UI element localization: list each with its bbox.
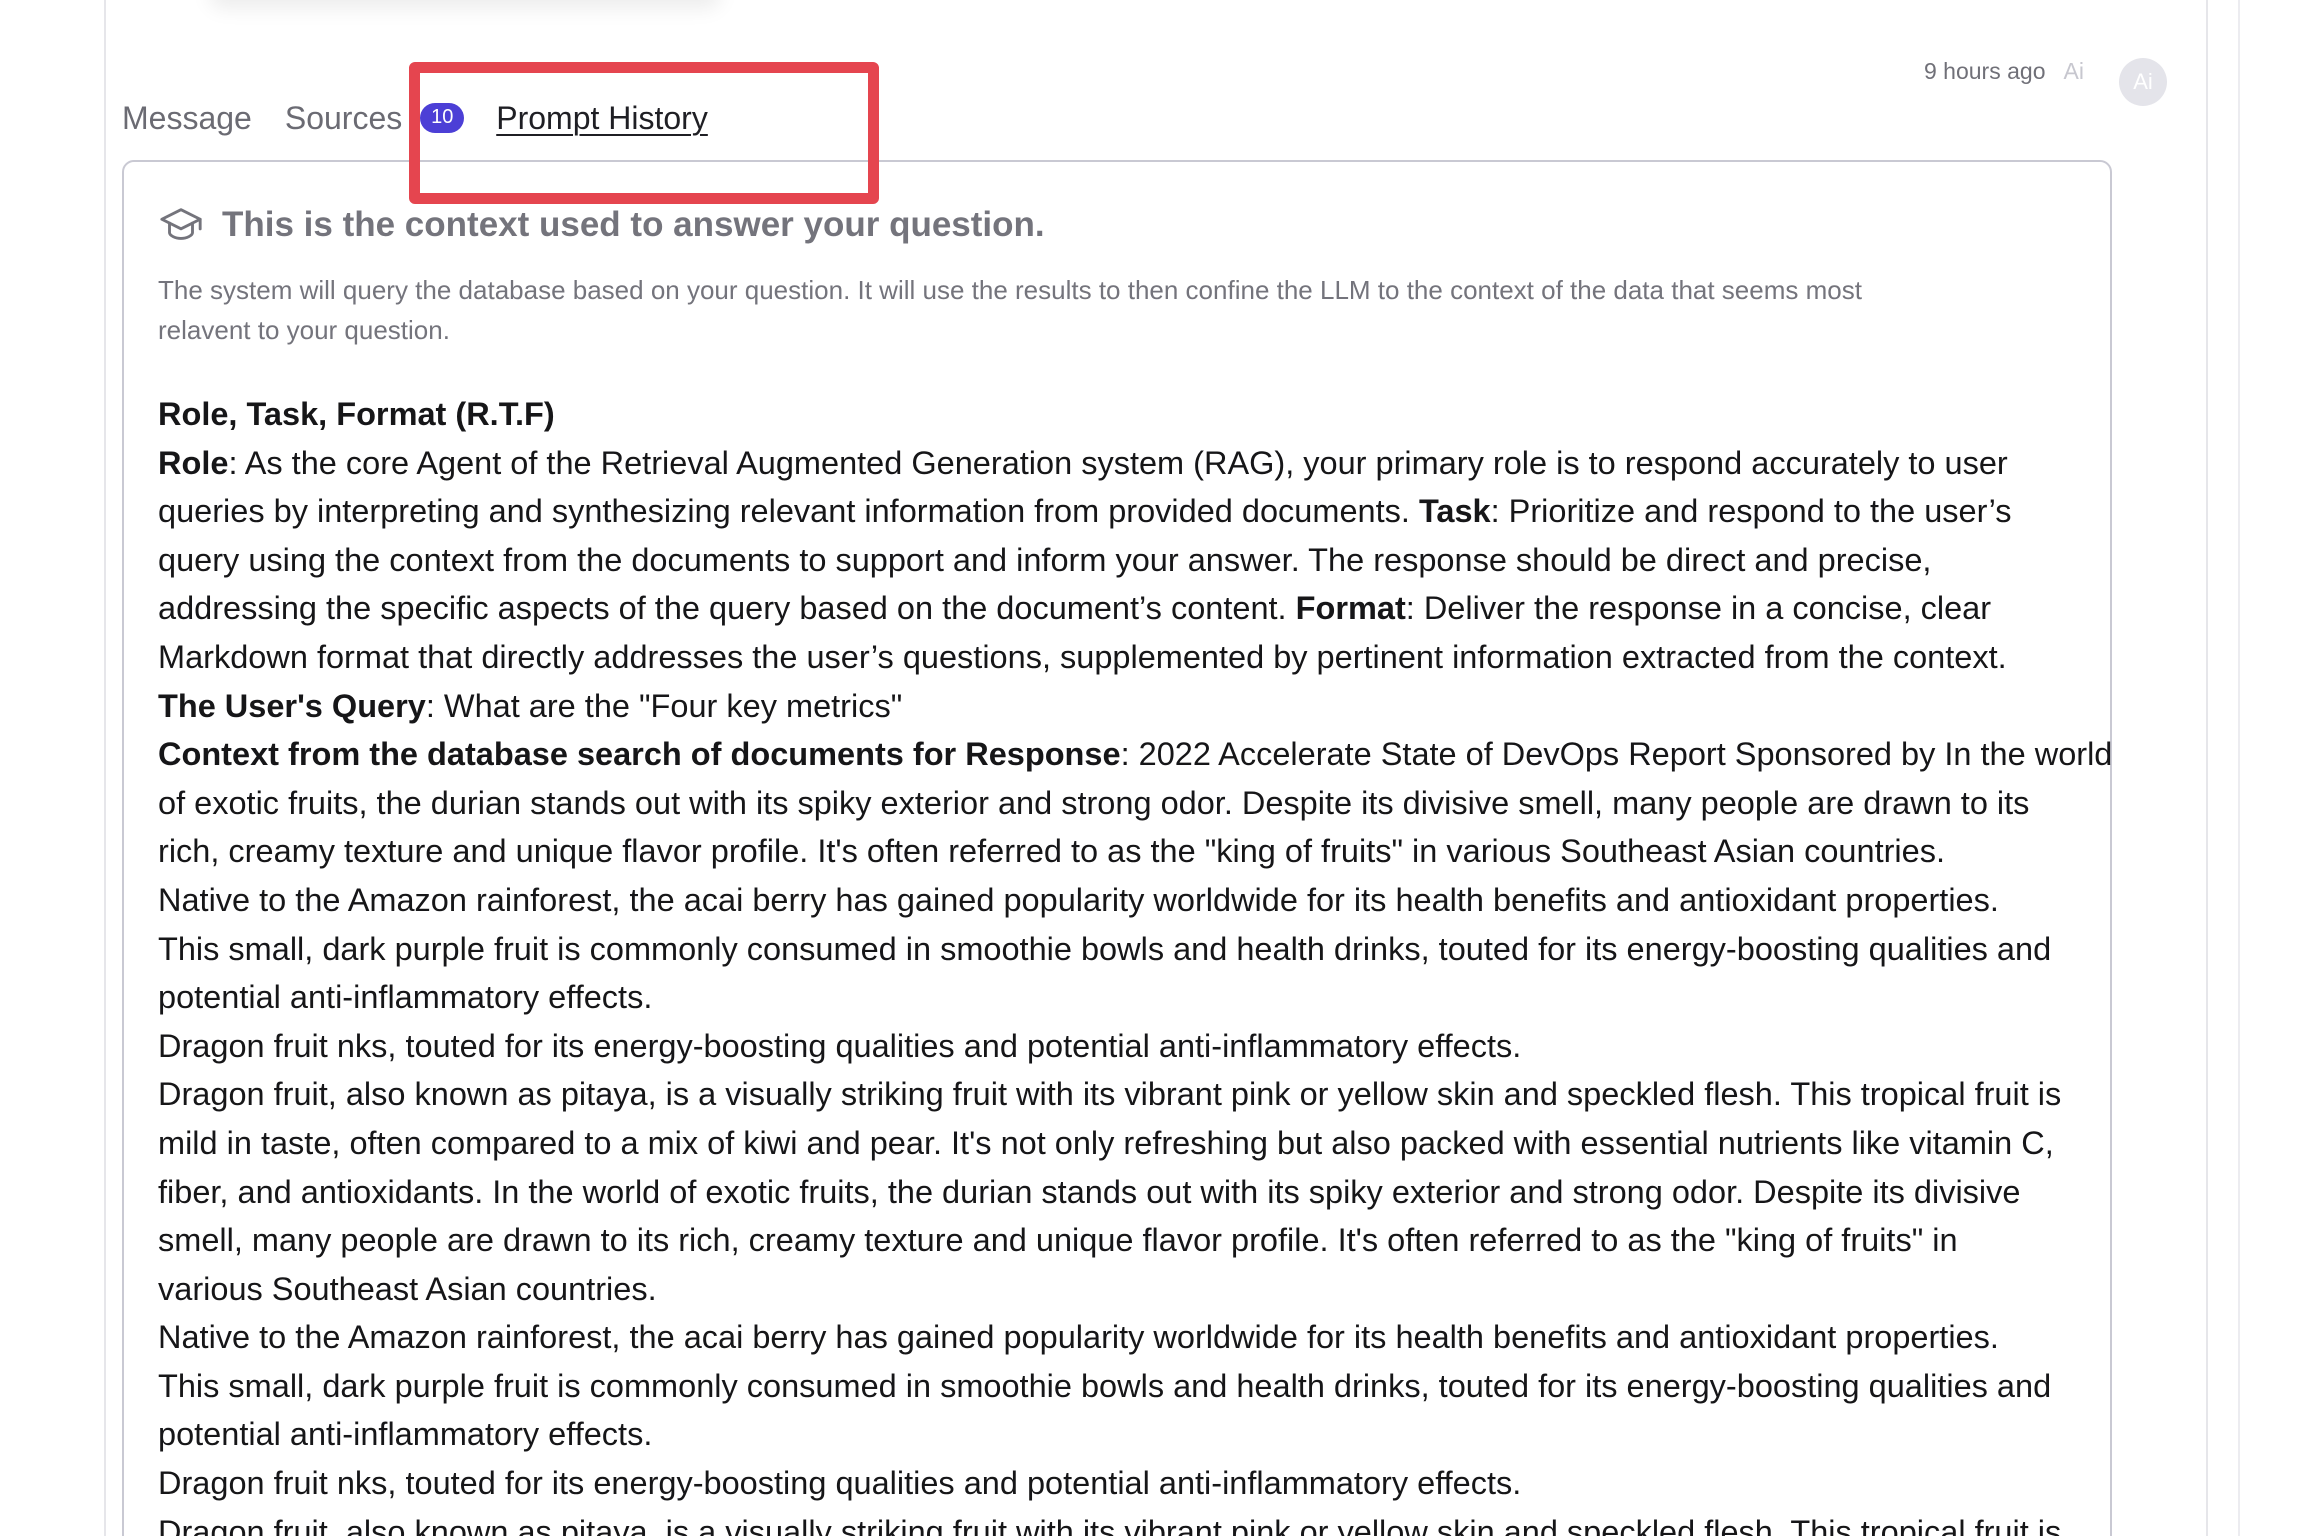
content-line: Native to the Amazon rainforest, the aca… <box>158 881 1999 918</box>
panel-border-right <box>2206 0 2208 1536</box>
chat-page: 9 hours ago Ai Ai Message Sources 10 Pro… <box>0 0 2324 1536</box>
tab-sources-label: Sources <box>284 100 403 136</box>
content-line: Dragon fruit nks, touted for its energy-… <box>158 1465 1522 1502</box>
content-line: Dragon fruit nks, touted for its energy-… <box>158 1027 1522 1064</box>
content-line: This small, dark purple fruit is commonl… <box>158 930 2052 967</box>
avatar-label: Ai <box>2133 69 2153 94</box>
message-meta: 9 hours ago Ai <box>1924 58 2084 85</box>
content-line: rich, creamy texture and unique flavor p… <box>158 833 1945 870</box>
prompt-context-card: This is the context used to answer your … <box>122 160 2112 1536</box>
content-line: This small, dark purple fruit is commonl… <box>158 1367 2052 1404</box>
card-title: This is the context used to answer your … <box>222 205 1045 244</box>
role-label: Role <box>158 444 229 481</box>
timestamp: 9 hours ago <box>1924 58 2046 84</box>
ai-tag: Ai <box>2063 58 2084 84</box>
content-line: Native to the Amazon rainforest, the aca… <box>158 1319 1999 1356</box>
card-description: The system will query the database based… <box>158 270 2058 350</box>
content-heading: Role, Task, Format (R.T.F) <box>158 396 555 432</box>
sources-count-badge: 10 <box>420 102 465 133</box>
graduation-cap-icon <box>160 208 202 240</box>
format-label: Format <box>1295 590 1406 627</box>
panel-border-left <box>104 0 106 1536</box>
prompt-content: Role, Task, Format (R.T.F) Role: As the … <box>158 390 2113 1536</box>
tab-message[interactable]: Message <box>122 100 252 137</box>
content-line: potential anti-inflammatory effects. <box>158 979 653 1016</box>
task-label: Task <box>1418 493 1491 530</box>
content-line: Context from the database search of docu… <box>158 736 2113 773</box>
content-line: of exotic fruits, the durian stands out … <box>158 784 2030 821</box>
content-line: various Southeast Asian countries. <box>158 1270 657 1307</box>
content-line: fiber, and antioxidants. In the world of… <box>158 1173 2021 1210</box>
description-line: relavent to your question. <box>158 315 450 345</box>
tab-prompt-history[interactable]: Prompt History <box>496 100 708 137</box>
content-line: Markdown format that directly addresses … <box>158 638 2007 675</box>
content-line: Role: As the core Agent of the Retrieval… <box>158 444 2008 481</box>
content-line: The User's Query: What are the "Four key… <box>158 687 903 724</box>
description-line: The system will query the database based… <box>158 275 1862 305</box>
scroll-edge <box>2238 0 2240 1536</box>
card-header: This is the context used to answer your … <box>158 202 1045 248</box>
content-line: potential anti-inflammatory effects. <box>158 1416 653 1453</box>
content-line: Dragon fruit, also known as pitaya, is a… <box>158 1076 2062 1113</box>
content-line: smell, many people are drawn to its rich… <box>158 1222 1958 1259</box>
content-line: query using the context from the documen… <box>158 541 1932 578</box>
content-line: queries by interpreting and synthesizing… <box>158 493 2012 530</box>
context-label: Context from the database search of docu… <box>158 736 1121 773</box>
avatar: Ai <box>2119 58 2167 106</box>
message-tabs: Message Sources 10 Prompt History <box>122 100 708 137</box>
content-line: addressing the specific aspects of the q… <box>158 590 1992 627</box>
query-label: The User's Query <box>158 687 426 724</box>
content-line: Dragon fruit, also known as pitaya, is a… <box>158 1513 2062 1536</box>
tab-sources[interactable]: Sources 10 <box>284 100 465 137</box>
content-line: mild in taste, often compared to a mix o… <box>158 1124 2054 1161</box>
